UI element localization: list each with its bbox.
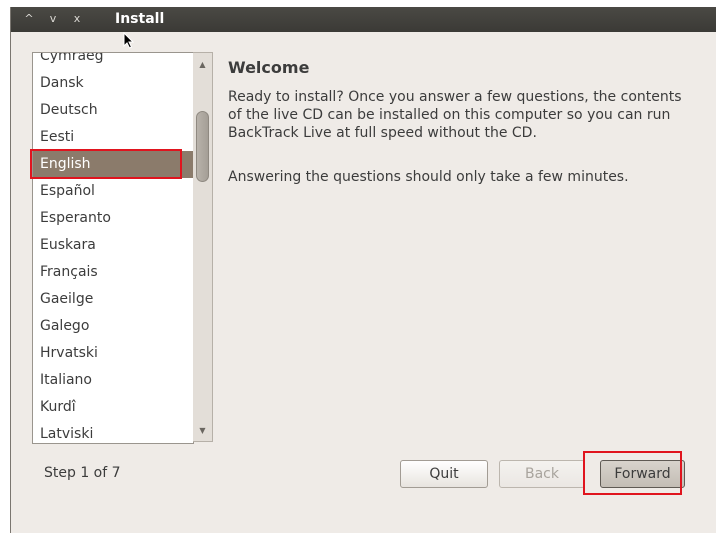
- title-bar[interactable]: ^ v x Install: [11, 7, 716, 32]
- minimize-down-icon[interactable]: v: [45, 11, 61, 27]
- scroll-thumb[interactable]: [196, 111, 209, 182]
- language-item[interactable]: Español: [33, 178, 193, 205]
- language-item[interactable]: Euskara: [33, 232, 193, 259]
- language-item[interactable]: English: [33, 151, 193, 178]
- language-item[interactable]: Deutsch: [33, 97, 193, 124]
- mouse-cursor-icon: [123, 32, 135, 49]
- language-list[interactable]: Cymraeg Dansk Deutsch Eesti English Español Es…: [32, 52, 194, 444]
- welcome-heading: Welcome: [228, 58, 310, 77]
- language-list-scrollbar[interactable]: ▲ ▼: [193, 52, 213, 442]
- language-item[interactable]: Kurdî: [33, 394, 193, 421]
- language-item[interactable]: Italiano: [33, 367, 193, 394]
- language-item[interactable]: Dansk: [33, 70, 193, 97]
- scroll-down-icon[interactable]: ▼: [193, 423, 212, 439]
- forward-button[interactable]: Forward: [600, 460, 685, 488]
- window-title: Install: [115, 11, 165, 27]
- language-item[interactable]: Gaeilge: [33, 286, 193, 313]
- back-button[interactable]: Back: [499, 460, 585, 488]
- language-item[interactable]: Esperanto: [33, 205, 193, 232]
- welcome-note: Answering the questions should only take…: [228, 169, 629, 185]
- language-item[interactable]: Galego: [33, 313, 193, 340]
- language-item[interactable]: Français: [33, 259, 193, 286]
- welcome-paragraph: Ready to install? Once you answer a few …: [228, 89, 682, 141]
- language-item[interactable]: Eesti: [33, 124, 193, 151]
- language-item[interactable]: Cymraeg: [33, 53, 193, 70]
- quit-button[interactable]: Quit: [400, 460, 488, 488]
- step-indicator: Step 1 of 7: [44, 465, 121, 481]
- close-icon[interactable]: x: [69, 11, 85, 27]
- language-item[interactable]: Latviski: [33, 421, 193, 443]
- language-item[interactable]: Hrvatski: [33, 340, 193, 367]
- maximize-up-icon[interactable]: ^: [21, 11, 37, 27]
- scroll-up-icon[interactable]: ▲: [193, 57, 212, 73]
